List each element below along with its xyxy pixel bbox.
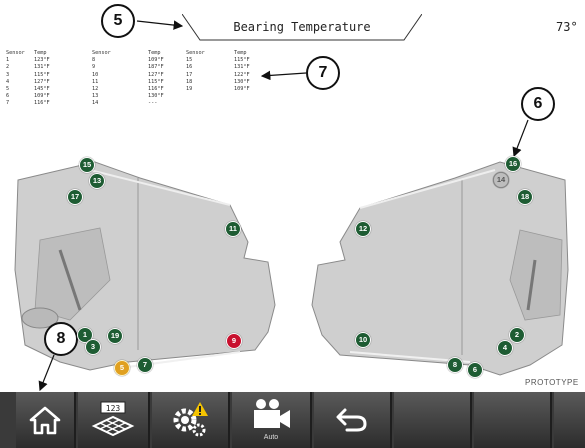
callout-8: 8 (44, 322, 78, 356)
callout-7: 7 (306, 56, 340, 90)
sensor-16[interactable]: 16 (505, 156, 521, 172)
sensor-18[interactable]: 18 (517, 189, 533, 205)
grid-view-button[interactable]: 123 (78, 392, 150, 448)
video-camera-icon (254, 399, 290, 428)
sensor-6[interactable]: 6 (467, 362, 483, 378)
sensor-19[interactable]: 19 (107, 328, 123, 344)
prototype-label: PROTOTYPE (525, 378, 579, 387)
sensor-13[interactable]: 13 (89, 173, 105, 189)
home-button[interactable] (16, 392, 76, 448)
back-button[interactable] (314, 392, 392, 448)
gear-warning-icon (173, 402, 208, 437)
settings-button[interactable] (152, 392, 230, 448)
callout-5: 5 (101, 4, 135, 38)
sensor-14[interactable]: 14 (493, 172, 509, 188)
sensor-12[interactable]: 12 (355, 221, 371, 237)
sensor-2[interactable]: 2 (509, 327, 525, 343)
grid-label: 123 (106, 404, 121, 413)
grid-layers-icon: 123 (91, 401, 135, 437)
sensor-8[interactable]: 8 (447, 357, 463, 373)
callout-6: 6 (521, 87, 555, 121)
callout-arrows (38, 20, 529, 392)
empty-button-1[interactable] (394, 392, 472, 448)
sensor-10[interactable]: 10 (355, 332, 371, 348)
empty-button-2[interactable] (474, 392, 552, 448)
sensor-3[interactable]: 3 (85, 339, 101, 355)
sensor-17[interactable]: 17 (67, 189, 83, 205)
sensor-5[interactable]: 5 (114, 360, 130, 376)
back-arrow-icon (336, 408, 367, 432)
sensor-15[interactable]: 15 (79, 157, 95, 173)
empty-button-3[interactable] (554, 392, 585, 448)
sensor-9[interactable]: 9 (226, 333, 242, 349)
home-icon (29, 406, 61, 435)
sensor-7[interactable]: 7 (137, 357, 153, 373)
sensor-11[interactable]: 11 (225, 221, 241, 237)
sensor-4[interactable]: 4 (497, 340, 513, 356)
camera-auto-button[interactable]: Auto (232, 392, 312, 448)
camera-mode-label: Auto (263, 434, 279, 441)
